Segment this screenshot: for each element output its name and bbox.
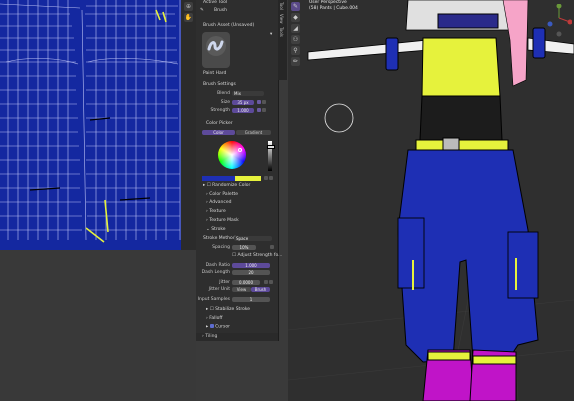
jitter-unit-view-button[interactable]: View <box>232 287 251 292</box>
dash-ratio-field[interactable]: 1.000 <box>232 263 270 268</box>
color-wheel-cursor[interactable] <box>238 148 242 152</box>
primary-color-swatch[interactable] <box>202 176 235 181</box>
secondary-color-swatch[interactable] <box>235 176 261 181</box>
spacing-field[interactable]: 10% <box>232 245 256 250</box>
uv-mesh <box>0 0 181 243</box>
draw-brush-icon[interactable]: ✎ <box>291 2 300 11</box>
uv-toolbar: ⊕ ✋ <box>181 0 196 250</box>
strength-field[interactable]: 1.000 <box>232 108 254 113</box>
uv-editor-empty-area <box>0 250 196 401</box>
color-palette-row[interactable]: › Color Palette <box>206 192 238 197</box>
stabilize-stroke-row[interactable]: ▸ ☐ Stabilize Stroke <box>206 307 250 312</box>
spacing-label: Spacing <box>212 245 230 250</box>
jitter-pressure-icon[interactable] <box>263 280 273 287</box>
annotate-icon[interactable]: ✏ <box>291 57 300 66</box>
navigation-gizmo[interactable] <box>546 3 573 38</box>
viewport-object: (58) Pants | Cube.004 <box>309 6 358 11</box>
size-field[interactable]: 35 px <box>232 100 254 105</box>
texture-row[interactable]: › Texture <box>206 209 226 214</box>
tab-tool[interactable]: Tool <box>279 2 284 10</box>
adjust-strength-checkbox[interactable]: ☐ Adjust Strength fo... <box>232 253 282 259</box>
dash-length-field[interactable]: 20 <box>232 270 270 275</box>
stroke-header[interactable]: ⌄ Stroke <box>206 227 226 232</box>
input-samples-field[interactable]: 1 <box>232 297 270 302</box>
tab-view[interactable]: View <box>279 14 284 24</box>
uv-editor[interactable] <box>0 0 181 250</box>
active-tool-name: Brush <box>214 8 227 13</box>
color-wheel[interactable] <box>218 141 246 169</box>
viewport-toolbar: ✎ ◆ ◢ ⚇ ⚲ ✏ <box>288 0 303 80</box>
advanced-row[interactable]: › Advanced <box>206 200 231 205</box>
size-pressure-icon[interactable] <box>256 100 266 107</box>
dash-length-label: Dash Length <box>201 270 230 275</box>
brush-preview-thumbnail[interactable] <box>202 32 230 68</box>
3d-viewport[interactable] <box>288 0 574 401</box>
gradient-tab[interactable]: Gradient <box>236 130 271 135</box>
viewport-title: User Perspective <box>309 0 347 5</box>
brush-asset-name: Paint Hard <box>203 71 227 76</box>
cursor-checkbox[interactable] <box>209 324 214 328</box>
stroke-method-label: Stroke Method <box>203 236 236 241</box>
jitter-field[interactable]: 0.0000 <box>232 280 260 285</box>
sidebar-tabs: Tool View Tools <box>278 0 287 80</box>
blend-label: Blend <box>217 91 230 96</box>
axis-gizmo-icon <box>547 3 573 37</box>
value-slider[interactable] <box>267 141 275 171</box>
brush-asset-menu-icon[interactable]: ▾ <box>270 32 272 37</box>
spacing-pressure-icon[interactable] <box>269 245 274 252</box>
dash-ratio-label: Dash Ratio <box>205 263 230 268</box>
active-tool-header[interactable]: Active Tool <box>203 0 227 5</box>
size-label: Size <box>220 100 230 105</box>
smear-icon[interactable]: ◢ <box>291 24 300 33</box>
character-model <box>288 0 574 401</box>
tab-tools[interactable]: Tools <box>279 27 284 37</box>
brush-icon: ✎ <box>200 8 204 13</box>
brush-stroke-icon <box>206 36 226 56</box>
swap-colors-icon[interactable] <box>263 176 273 182</box>
brush-asset-header[interactable]: Brush Asset (Unsaved) <box>203 23 254 28</box>
strength-pressure-icon[interactable] <box>256 108 266 115</box>
hand-icon[interactable]: ✋ <box>184 13 193 22</box>
fill-icon[interactable]: ◆ <box>291 13 300 22</box>
input-samples-label: Input Samples <box>197 297 230 302</box>
jitter-unit-label: Jitter Unit <box>208 287 230 292</box>
eyedropper-icon[interactable]: ⚲ <box>291 46 300 55</box>
strength-label: Strength <box>210 108 230 113</box>
color-picker-header[interactable]: Color Picker <box>206 121 233 126</box>
stroke-method-dropdown[interactable]: Space <box>234 236 272 241</box>
randomize-color-row[interactable]: ▸ ☐ Randomize Color <box>203 183 250 188</box>
blend-dropdown[interactable]: Mix <box>232 91 264 96</box>
clone-icon[interactable]: ⚇ <box>291 35 300 44</box>
color-tab[interactable]: Color <box>202 130 235 135</box>
brush-settings-header[interactable]: Brush Settings <box>203 82 236 87</box>
jitter-label: Jitter <box>219 280 230 285</box>
falloff-row[interactable]: › Falloff <box>206 316 223 321</box>
tiling-row[interactable]: › Tiling <box>196 333 278 341</box>
zoom-icon[interactable]: ⊕ <box>184 2 193 11</box>
texture-mask-row[interactable]: › Texture Mask <box>206 218 239 223</box>
jitter-unit-brush-button[interactable]: Brush <box>251 287 270 292</box>
cursor-row[interactable]: ▸ Cursor <box>206 324 230 330</box>
